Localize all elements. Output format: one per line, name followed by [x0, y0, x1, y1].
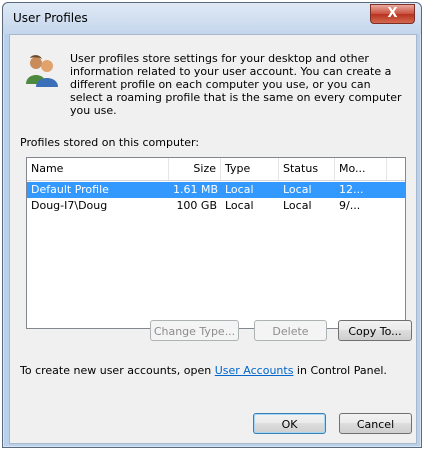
column-size[interactable]: Size: [169, 158, 221, 180]
intro-text: User profiles store settings for your de…: [70, 52, 402, 117]
cell-modified: 12...: [339, 183, 364, 196]
copy-to-button[interactable]: Copy To...: [338, 320, 412, 341]
column-modified[interactable]: Mo...: [335, 158, 387, 180]
cell-status: Local: [283, 199, 312, 212]
cell-status: Local: [283, 183, 312, 196]
footer-text: To create new user accounts, open User A…: [20, 364, 387, 377]
table-row[interactable]: Doug-I7\Doug 100 GB Local Local 9/...: [27, 198, 405, 214]
list-header: Name Size Type Status Mo...: [27, 158, 405, 181]
close-button[interactable]: X: [370, 4, 415, 24]
user-profiles-dialog: User Profiles X User profiles store sett…: [2, 2, 422, 448]
cell-type: Local: [225, 199, 254, 212]
ok-button[interactable]: OK: [253, 413, 326, 434]
footer-suffix: in Control Panel.: [293, 364, 387, 377]
cell-type: Local: [225, 183, 254, 196]
change-type-button[interactable]: Change Type...: [150, 320, 239, 341]
delete-button[interactable]: Delete: [254, 320, 327, 341]
cell-name: Doug-I7\Doug: [31, 199, 108, 212]
cell-size: 1.61 MB: [173, 183, 219, 196]
table-row[interactable]: Default Profile 1.61 MB Local Local 12..…: [27, 182, 405, 198]
cancel-button[interactable]: Cancel: [339, 413, 412, 434]
cell-name: Default Profile: [31, 183, 109, 196]
cell-size: 100 GB: [176, 199, 217, 212]
profiles-list[interactable]: Name Size Type Status Mo... Default Prof…: [26, 157, 406, 329]
column-status[interactable]: Status: [279, 158, 335, 180]
window-title: User Profiles: [13, 11, 88, 25]
cell-modified: 9/...: [339, 199, 361, 212]
column-name[interactable]: Name: [27, 158, 169, 180]
profiles-label: Profiles stored on this computer:: [20, 136, 200, 149]
dialog-content: User profiles store settings for your de…: [9, 34, 417, 444]
footer-prefix: To create new user accounts, open: [20, 364, 215, 377]
user-accounts-link[interactable]: User Accounts: [215, 364, 294, 377]
users-icon: [26, 55, 58, 87]
title-bar[interactable]: User Profiles X: [3, 3, 421, 34]
column-type[interactable]: Type: [221, 158, 279, 180]
